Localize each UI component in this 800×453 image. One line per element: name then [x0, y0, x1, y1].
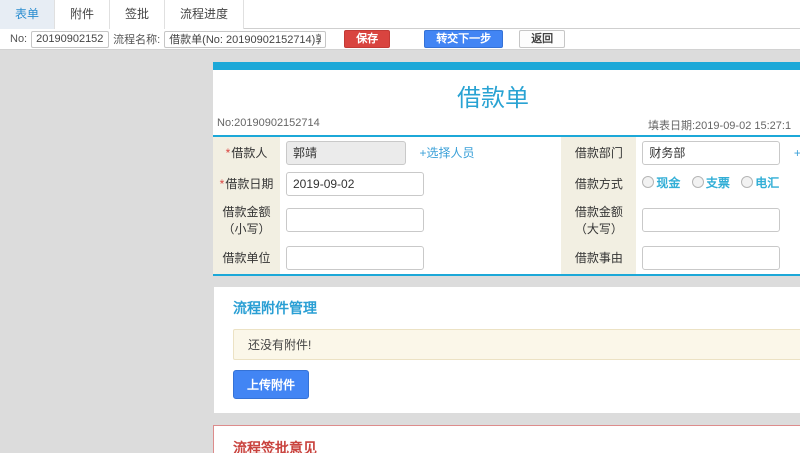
- select-department-link[interactable]: +选择部门: [794, 146, 800, 160]
- radio-wire-label: 电汇: [755, 175, 780, 190]
- attachments-heading: 流程附件管理: [233, 300, 317, 316]
- form-top-bar: [213, 62, 800, 70]
- radio-cheque[interactable]: 支票: [691, 174, 730, 191]
- tab-attachments[interactable]: 附件: [55, 0, 111, 29]
- loan-form-table: *借款人 +选择人员 借款部门 +选择部门 *借款日期: [213, 137, 800, 274]
- no-input[interactable]: [31, 30, 110, 48]
- loan-date-input[interactable]: [286, 171, 424, 196]
- upload-attachment-button[interactable]: 上传附件: [233, 370, 310, 399]
- borrower-input[interactable]: [286, 140, 406, 165]
- department-label: 借款部门: [561, 137, 637, 168]
- department-input[interactable]: [642, 140, 781, 165]
- select-person-link[interactable]: +选择人员: [419, 146, 474, 160]
- approval-panel: 流程签批意见 B I abc: [213, 425, 800, 453]
- loan-method-label: 借款方式: [561, 168, 637, 199]
- radio-cash[interactable]: 现金: [642, 174, 680, 191]
- form-no-text: No:20190902152714: [217, 117, 320, 129]
- loan-reason-label: 借款事由: [561, 241, 637, 274]
- attachments-panel: 流程附件管理 还没有附件! 上传附件: [213, 286, 800, 414]
- action-toolbar: No: 流程名称: 保存 转交下一步 返回: [0, 29, 800, 50]
- tab-form[interactable]: 表单: [0, 0, 56, 29]
- radio-cheque-label: 支票: [705, 175, 730, 190]
- flow-name-input[interactable]: [164, 30, 327, 48]
- no-attachments-alert: 还没有附件!: [233, 329, 800, 360]
- loan-form-panel: 借款单 No:20190902152714 填表日期:2019-09-02 15…: [213, 62, 800, 276]
- tab-signoff[interactable]: 签批: [110, 0, 166, 29]
- radio-circle-icon[interactable]: [642, 176, 655, 189]
- save-button[interactable]: 保存: [344, 30, 391, 48]
- amount-uppercase-label: 借款金额（大写）: [561, 199, 637, 241]
- amount-lowercase-label: 借款金额（小写）: [213, 199, 280, 241]
- flow-name-label: 流程名称:: [113, 34, 161, 46]
- back-button[interactable]: 返回: [519, 30, 566, 48]
- amount-uppercase-input[interactable]: [642, 208, 781, 232]
- approval-heading: 流程签批意见: [233, 440, 317, 453]
- no-label: No:: [10, 33, 28, 45]
- radio-cash-label: 现金: [656, 175, 681, 190]
- radio-circle-icon[interactable]: [691, 176, 704, 189]
- loan-unit-input[interactable]: [286, 245, 424, 270]
- tab-progress[interactable]: 流程进度: [165, 0, 245, 29]
- loan-reason-input[interactable]: [642, 245, 781, 270]
- form-title: 借款单: [457, 85, 529, 112]
- borrower-label: *借款人: [213, 137, 280, 168]
- tab-bar: 表单 附件 签批 流程进度: [0, 0, 800, 29]
- content-area: 借款单 No:20190902152714 填表日期:2019-09-02 15…: [213, 50, 800, 453]
- form-date-text: 填表日期:2019-09-02 15:27:1: [648, 120, 792, 132]
- amount-lowercase-input[interactable]: [286, 208, 424, 232]
- required-marker: *: [225, 146, 231, 160]
- radio-circle-icon[interactable]: [741, 176, 754, 189]
- forward-next-step-button[interactable]: 转交下一步: [424, 30, 504, 48]
- radio-wire[interactable]: 电汇: [741, 174, 779, 191]
- divider-bottom: [213, 274, 800, 276]
- required-marker: *: [219, 177, 225, 191]
- form-meta-row: No:20190902152714 填表日期:2019-09-02 15:27:…: [213, 117, 800, 135]
- loan-date-label: *借款日期: [213, 168, 280, 199]
- loan-unit-label: 借款单位: [213, 241, 280, 274]
